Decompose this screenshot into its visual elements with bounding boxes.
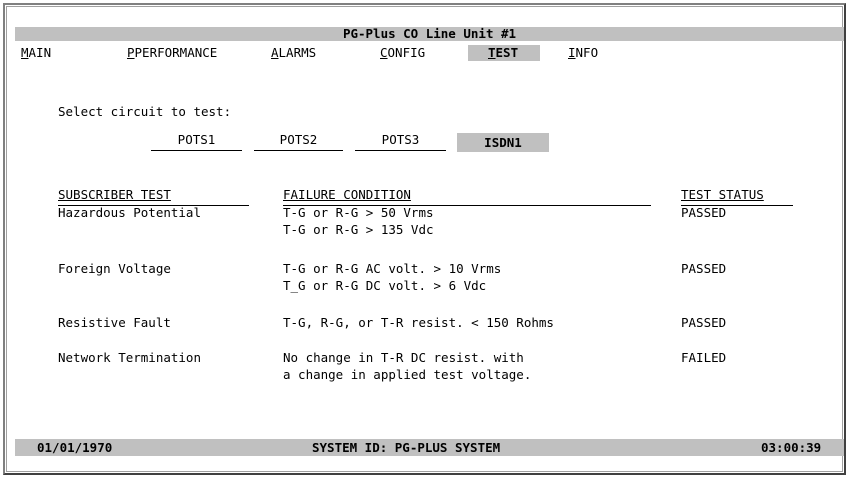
row-failure-line: T_G or R-G DC volt. > 6 Vdc: [283, 278, 487, 293]
menu-config[interactable]: CONFIG: [374, 45, 431, 61]
row-test-name: Resistive Fault: [58, 315, 171, 330]
row-failure-line: a change in applied test voltage.: [283, 367, 532, 382]
row-test-name: Foreign Voltage: [58, 261, 171, 276]
menu-info-hotkey: I: [568, 45, 576, 60]
row-test-name: Network Termination: [58, 350, 201, 365]
window-title: PG-Plus CO Line Unit #1: [342, 26, 517, 41]
terminal-window: [3, 3, 846, 475]
circuit-isdn1[interactable]: ISDN1: [457, 133, 549, 152]
menu-info-label: NFO: [575, 45, 599, 60]
menu-alarms-hotkey: A: [271, 45, 279, 60]
row-failure-line: T-G or R-G > 50 Vrms: [283, 205, 434, 220]
status-bar: 01/01/1970 SYSTEM ID: PG-PLUS SYSTEM 03:…: [15, 439, 844, 456]
menu-performance-hotkey: P: [127, 45, 135, 60]
header-failure-condition: FAILURE CONDITION: [283, 187, 411, 202]
menu-config-hotkey: C: [380, 45, 388, 60]
menu-main-hotkey: M: [21, 45, 29, 60]
status-time: 03:00:39: [761, 440, 822, 455]
circuit-pots1[interactable]: POTS1: [151, 131, 242, 151]
window-title-bar: PG-Plus CO Line Unit #1: [15, 27, 844, 41]
terminal-window-inner-border: [6, 6, 843, 472]
menu-alarms[interactable]: ALARMS: [265, 45, 322, 61]
row-failure-line: T-G or R-G > 135 Vdc: [283, 222, 434, 237]
row-failure-line: No change in T-R DC resist. with: [283, 350, 524, 365]
row-test-status: PASSED: [681, 315, 727, 330]
header-subscriber-test: SUBSCRIBER TEST: [58, 187, 171, 202]
menu-alarms-label: LARMS: [278, 45, 317, 60]
circuit-prompt: Select circuit to test:: [58, 104, 232, 119]
row-test-status: PASSED: [681, 261, 727, 276]
menu-main[interactable]: MAIN: [15, 45, 57, 61]
menu-test-label: EST: [495, 45, 519, 60]
menu-test[interactable]: TEST: [468, 45, 540, 61]
menu-main-label: AIN: [28, 45, 52, 60]
row-test-status: PASSED: [681, 205, 727, 220]
row-failure-line: T-G or R-G AC volt. > 10 Vrms: [283, 261, 502, 276]
header-test-status: TEST STATUS: [681, 187, 764, 202]
menu-performance[interactable]: PPERFORMANCE: [121, 45, 223, 61]
status-date: 01/01/1970: [37, 440, 113, 455]
circuit-pots3[interactable]: POTS3: [355, 131, 446, 151]
row-test-status: FAILED: [681, 350, 727, 365]
status-system-id: SYSTEM ID: PG-PLUS SYSTEM: [312, 440, 501, 455]
row-test-name: Hazardous Potential: [58, 205, 201, 220]
main-menu: MAIN PPERFORMANCE ALARMS CONFIG TEST INF…: [15, 45, 844, 61]
menu-performance-label: PERFORMANCE: [134, 45, 218, 60]
menu-info[interactable]: INFO: [562, 45, 604, 61]
menu-test-hotkey: T: [488, 45, 496, 60]
row-failure-line: T-G, R-G, or T-R resist. < 150 Rohms: [283, 315, 554, 330]
menu-config-label: ONFIG: [387, 45, 426, 60]
circuit-pots2[interactable]: POTS2: [254, 131, 343, 151]
